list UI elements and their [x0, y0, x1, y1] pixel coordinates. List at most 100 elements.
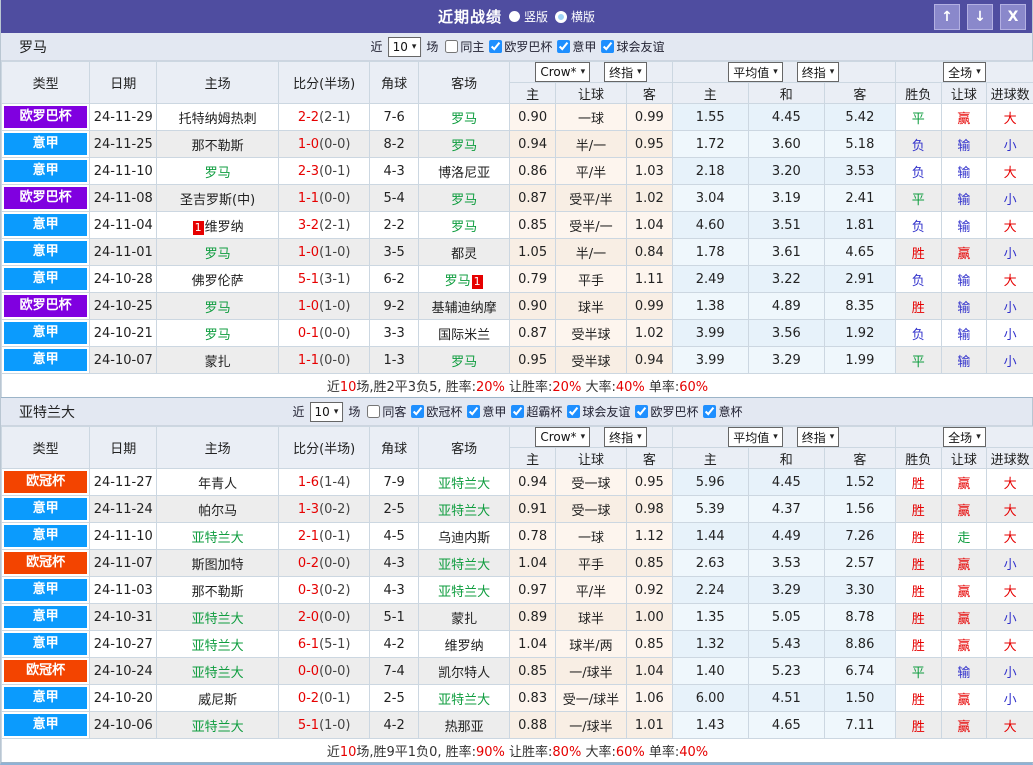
team-link[interactable]: 基辅迪纳摩	[432, 301, 497, 316]
team-link[interactable]: 亚特兰大	[438, 558, 490, 573]
odds-stage-select[interactable]: 终指▾	[604, 62, 647, 82]
league-filter-checkbox[interactable]: 意杯	[698, 403, 742, 420]
team-link[interactable]: 亚特兰大	[192, 639, 244, 654]
team-link[interactable]: 维罗纳	[205, 220, 244, 235]
league-checkbox-input[interactable]	[703, 405, 716, 418]
same-venue-checkbox-input[interactable]	[445, 40, 458, 53]
team-link[interactable]: 罗马	[451, 193, 477, 208]
team-link[interactable]: 亚特兰大	[192, 666, 244, 681]
avg-away-odds: 3.53	[824, 158, 895, 185]
result-goals: 大	[987, 577, 1033, 604]
team-link[interactable]: 都灵	[451, 247, 477, 262]
team-link[interactable]: 亚特兰大	[438, 693, 490, 708]
league-filter-checkbox[interactable]: 球会友谊	[562, 403, 630, 420]
team-link[interactable]: 亚特兰大	[438, 585, 490, 600]
league-checkbox-input[interactable]	[411, 405, 424, 418]
league-filter-checkbox[interactable]: 欧罗巴杯	[630, 403, 698, 420]
team-link[interactable]: 罗马	[451, 355, 477, 370]
team-link[interactable]: 乌迪内斯	[438, 531, 490, 546]
team-link[interactable]: 罗马	[205, 301, 231, 316]
team-link[interactable]: 亚特兰大	[438, 477, 490, 492]
radio-selected-icon[interactable]	[555, 11, 567, 23]
fulltime-select[interactable]: 全场▾	[943, 427, 986, 447]
avg-home-odds: 2.49	[672, 266, 748, 293]
team-link[interactable]: 蒙扎	[205, 355, 231, 370]
team-link[interactable]: 罗马	[451, 139, 477, 154]
team-link[interactable]: 博洛尼亚	[438, 166, 490, 181]
average-stage-select[interactable]: 终指▾	[797, 62, 840, 82]
league-checkbox-input[interactable]	[489, 40, 502, 53]
halftime-score: (5-1)	[319, 637, 350, 652]
avg-home-odds: 3.99	[672, 347, 748, 374]
league-filter-checkbox[interactable]: 超霸杯	[506, 403, 562, 420]
league-filter-checkbox[interactable]: 意甲	[552, 38, 596, 55]
result-handicap: 输	[941, 293, 987, 320]
close-button[interactable]: X	[1000, 4, 1026, 30]
team-link[interactable]: 亚特兰大	[192, 531, 244, 546]
team-link[interactable]: 凯尔特人	[438, 666, 490, 681]
league-tag: 意甲	[4, 498, 87, 520]
team-link[interactable]: 罗马	[445, 274, 471, 289]
bookmaker-select[interactable]: Crow*▾	[535, 427, 590, 447]
league-checkbox-input[interactable]	[635, 405, 648, 418]
team-link[interactable]: 那不勒斯	[192, 139, 244, 154]
team-link[interactable]: 罗马	[451, 112, 477, 127]
team-link[interactable]: 罗马	[205, 328, 231, 343]
away-team-cell: 罗马	[419, 185, 510, 212]
fulltime-select[interactable]: 全场▾	[943, 62, 986, 82]
team-link[interactable]: 圣吉罗斯(中)	[180, 193, 255, 208]
same-venue-checkbox[interactable]: 同主	[440, 38, 484, 55]
sub-column-header-2: 客	[626, 83, 672, 104]
halftime-score: (1-4)	[319, 475, 350, 490]
team-link[interactable]: 那不勒斯	[192, 585, 244, 600]
corner-cell: 4-3	[370, 158, 419, 185]
score-cell: 1-0(1-0)	[278, 293, 369, 320]
team-link[interactable]: 国际米兰	[438, 328, 490, 343]
radio-unselected-icon[interactable]	[509, 11, 520, 22]
league-filter-checkbox[interactable]: 欧冠杯	[406, 403, 462, 420]
team-link[interactable]: 斯图加特	[192, 558, 244, 573]
league-filter-checkbox[interactable]: 欧罗巴杯	[484, 38, 552, 55]
league-checkbox-input[interactable]	[557, 40, 570, 53]
league-checkbox-input[interactable]	[601, 40, 614, 53]
team-link[interactable]: 威尼斯	[198, 693, 237, 708]
move-down-button[interactable]: ↓	[967, 4, 993, 30]
league-filter-checkbox[interactable]: 球会友谊	[596, 38, 664, 55]
league-checkbox-input[interactable]	[567, 405, 580, 418]
match-count-select[interactable]: 10▾	[388, 37, 422, 57]
match-count-select-value: 10	[315, 405, 330, 419]
league-filter-label: 欧罗巴杯	[650, 403, 698, 420]
team-link[interactable]: 罗马	[451, 220, 477, 235]
team-link[interactable]: 维罗纳	[445, 639, 484, 654]
league-filter-checkbox[interactable]: 意甲	[462, 403, 506, 420]
team-link[interactable]: 帕尔马	[198, 504, 237, 519]
average-select[interactable]: 平均值▾	[728, 62, 783, 82]
score-cell: 0-1(0-0)	[278, 320, 369, 347]
same-venue-checkbox-input[interactable]	[367, 405, 380, 418]
move-up-button[interactable]: ↑	[934, 4, 960, 30]
team-link[interactable]: 亚特兰大	[192, 612, 244, 627]
result-winlose: 胜	[895, 523, 941, 550]
same-venue-checkbox[interactable]: 同客	[362, 403, 406, 420]
team-link[interactable]: 罗马	[205, 166, 231, 181]
average-select[interactable]: 平均值▾	[728, 427, 783, 447]
result-winlose: 胜	[895, 496, 941, 523]
odds-stage-select[interactable]: 终指▾	[604, 427, 647, 447]
league-checkbox-input[interactable]	[511, 405, 524, 418]
average-stage-select[interactable]: 终指▾	[797, 427, 840, 447]
layout-radio-vertical[interactable]: 竖版	[509, 8, 548, 25]
team-link[interactable]: 热那亚	[445, 720, 484, 735]
league-checkbox-input[interactable]	[467, 405, 480, 418]
match-count-select[interactable]: 10▾	[310, 402, 344, 422]
team-link[interactable]: 佛罗伦萨	[192, 274, 244, 289]
avg-draw-odds: 4.65	[748, 712, 824, 739]
team-link[interactable]: 罗马	[205, 247, 231, 262]
bookmaker-select[interactable]: Crow*▾	[535, 62, 590, 82]
team-link[interactable]: 托特纳姆热刺	[179, 112, 257, 127]
team-link[interactable]: 亚特兰大	[438, 504, 490, 519]
layout-radio-horizontal[interactable]: 横版	[555, 8, 595, 25]
team-link[interactable]: 年青人	[198, 477, 237, 492]
team-link[interactable]: 亚特兰大	[192, 720, 244, 735]
fulltime-select-value: 全场	[948, 429, 972, 446]
team-link[interactable]: 蒙扎	[451, 612, 477, 627]
